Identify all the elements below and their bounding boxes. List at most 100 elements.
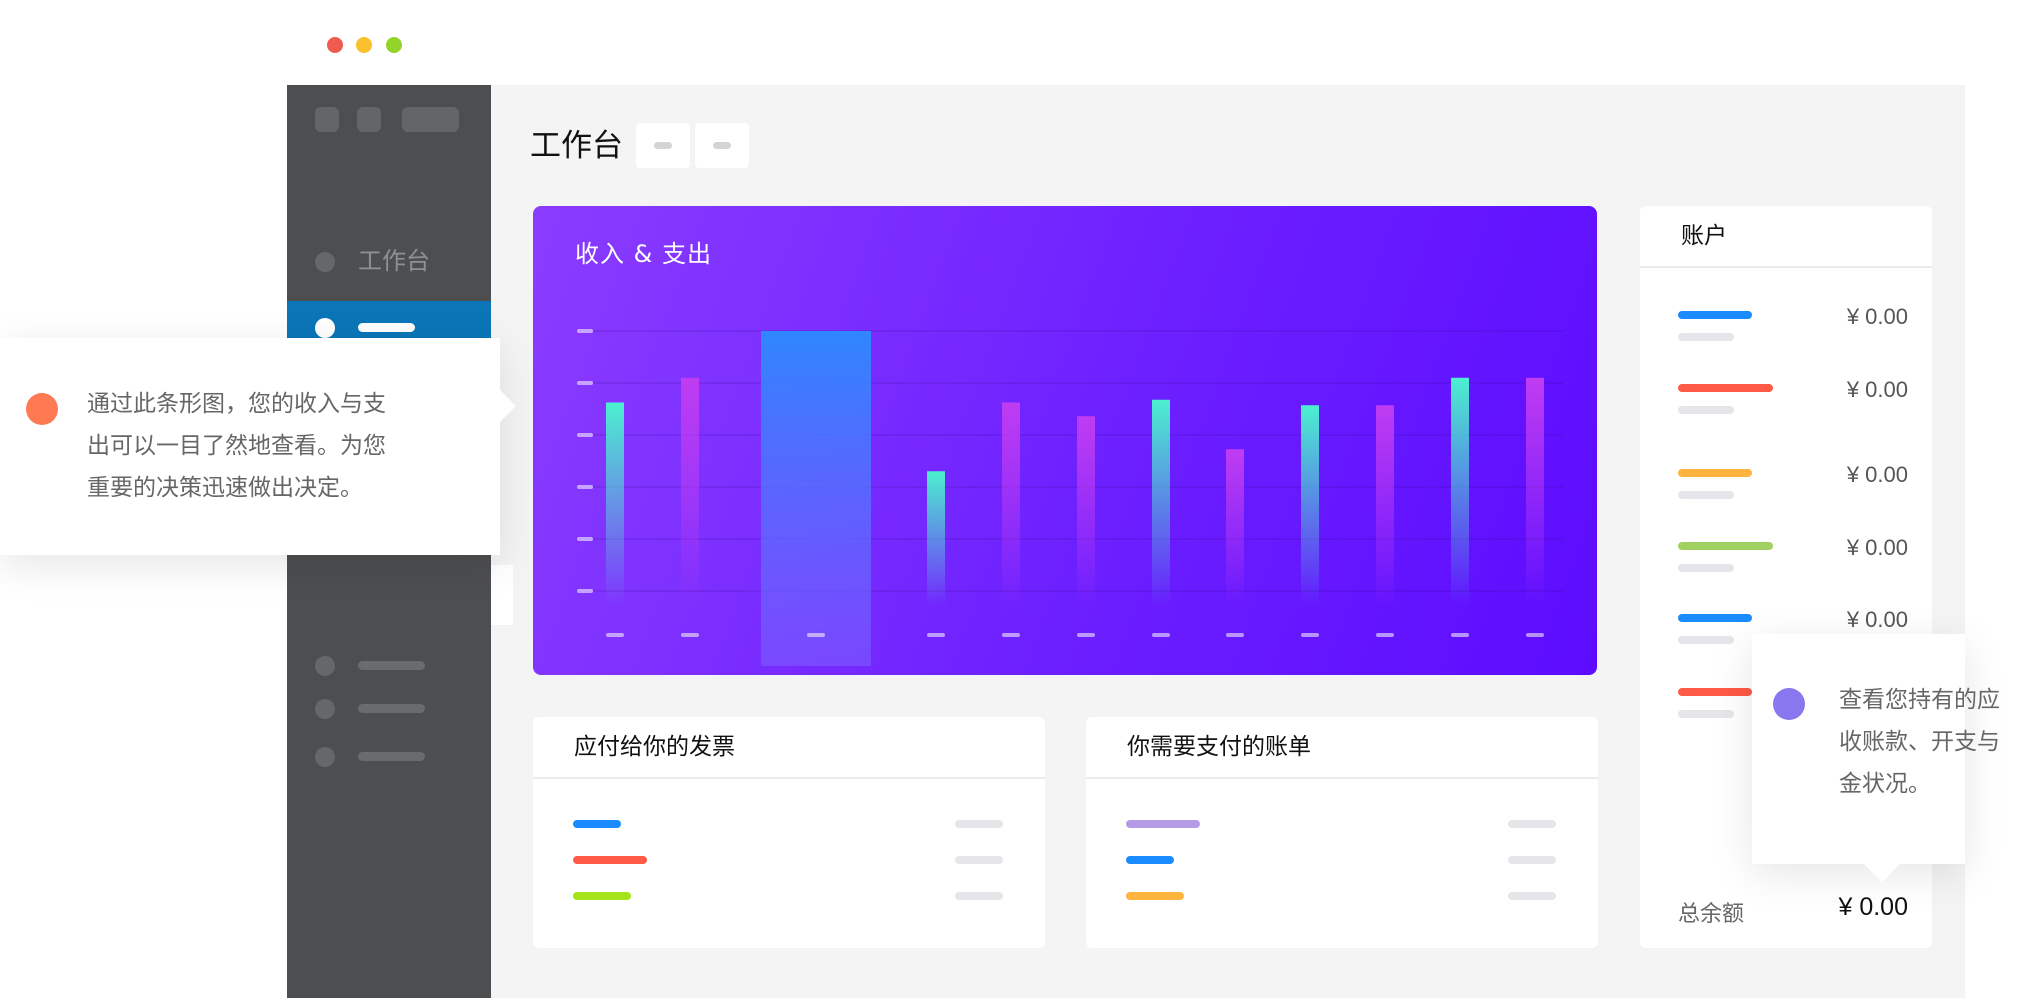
account-balance: ¥ 0.00 [1846, 607, 1908, 632]
sidebar-item-placeholder [358, 704, 425, 713]
sidebar-item-label: 工作台 [358, 247, 430, 275]
x-axis-tick [1526, 633, 1544, 637]
account-subtitle-placeholder [1678, 406, 1734, 414]
account-subtitle-placeholder [1678, 710, 1734, 718]
sidebar-item-dot-icon [315, 656, 335, 676]
invoices-card-title: 应付给你的发票 [574, 734, 735, 760]
income-expense-chart-card: 收入 & 支出 [533, 206, 1597, 675]
x-axis-tick [1152, 633, 1170, 637]
account-subtitle-placeholder [1678, 636, 1734, 644]
accounts-card-header: 账户 [1640, 206, 1932, 268]
x-axis-tick [681, 633, 699, 637]
tooltip-marker-icon [1773, 688, 1805, 720]
income-bar[interactable] [606, 402, 624, 607]
y-axis-tick [577, 485, 593, 489]
expense-bar[interactable] [1376, 405, 1394, 606]
expense-bar[interactable] [681, 377, 699, 606]
bills-card: 你需要支付的账单 [1086, 717, 1598, 948]
tooltip-pointer [1864, 864, 1900, 882]
account-subtitle-placeholder [1678, 333, 1734, 341]
expense-bar[interactable] [1077, 416, 1095, 606]
sidebar-item-placeholder [358, 752, 425, 761]
bill-row-color-bar [1126, 892, 1184, 900]
x-axis-tick [606, 633, 624, 637]
sidebar-item-dot-icon [315, 699, 335, 719]
tooltip-marker-icon [26, 393, 58, 425]
account-balance: ¥ 0.00 [1846, 462, 1908, 487]
tooltip-line-3: 金状况。 [1839, 771, 1931, 797]
maximize-window-button[interactable] [386, 37, 402, 53]
expense-bar[interactable] [1002, 402, 1020, 607]
y-axis-tick [577, 433, 593, 437]
income-bar[interactable] [1152, 399, 1170, 606]
sidebar-item-placeholder [358, 661, 425, 670]
chart-tooltip: 通过此条形图，您的收入与支 出可以一目了然地查看。为您 重要的决策迅速做出决定。 [0, 338, 500, 555]
highlighted-bar[interactable] [761, 331, 871, 666]
account-subtitle-placeholder [1678, 564, 1734, 572]
close-window-button[interactable] [327, 37, 343, 53]
account-balance: ¥ 0.00 [1846, 535, 1908, 560]
bill-row-value-placeholder [1508, 856, 1556, 864]
tooltip-line-1: 通过此条形图，您的收入与支 [87, 391, 386, 417]
account-color-bar [1678, 311, 1752, 319]
y-axis-tick [577, 381, 593, 385]
tooltip-line-2: 出可以一目了然地查看。为您 [87, 433, 386, 459]
account-color-bar [1678, 542, 1773, 550]
sidebar-item[interactable] [287, 730, 491, 784]
income-expense-chart [577, 329, 1563, 666]
total-balance-value: ¥ 0.00 [1838, 893, 1908, 921]
sidebar-item[interactable] [287, 682, 491, 736]
sidebar-toolbar-wide-button[interactable] [402, 107, 459, 132]
invoices-card-header: 应付给你的发票 [533, 717, 1045, 779]
minimize-window-button[interactable] [356, 37, 372, 53]
account-color-bar [1678, 384, 1773, 392]
total-balance-label: 总余额 [1678, 902, 1745, 927]
sidebar-item-placeholder [358, 323, 415, 332]
bills-card-header: 你需要支付的账单 [1086, 717, 1598, 779]
bill-row-color-bar [1126, 856, 1174, 864]
invoice-row-value-placeholder [955, 820, 1003, 828]
income-bar[interactable] [927, 471, 945, 606]
account-color-bar [1678, 688, 1752, 696]
account-color-bar [1678, 614, 1752, 622]
x-axis-tick [807, 633, 825, 637]
bills-card-title: 你需要支付的账单 [1127, 734, 1311, 760]
page-title: 工作台 [530, 128, 623, 164]
sidebar-item-dot-icon [315, 318, 335, 338]
accounts-card-title: 账户 [1681, 223, 1727, 249]
invoice-row-value-placeholder [955, 856, 1003, 864]
bill-row-value-placeholder [1508, 820, 1556, 828]
tooltip-line-3: 重要的决策迅速做出决定。 [87, 475, 363, 501]
invoices-card: 应付给你的发票 [533, 717, 1045, 948]
expense-bar[interactable] [1226, 449, 1244, 606]
button-placeholder [654, 142, 672, 149]
x-axis-tick [1226, 633, 1244, 637]
x-axis-tick [1451, 633, 1469, 637]
account-balance: ¥ 0.00 [1846, 304, 1908, 329]
expense-bar[interactable] [1526, 377, 1544, 606]
x-axis-tick [1002, 633, 1020, 637]
income-bar[interactable] [1301, 405, 1319, 606]
tooltip-pointer [498, 388, 516, 424]
invoice-row-color-bar [573, 892, 631, 900]
header-button-1[interactable] [636, 123, 690, 168]
accounts-tooltip: 查看您持有的应 收账款、开支与 金状况。 [1752, 634, 2000, 864]
invoice-row-value-placeholder [955, 892, 1003, 900]
tooltip-line-1: 查看您持有的应 [1839, 687, 2000, 713]
header-button-2[interactable] [695, 123, 749, 168]
sidebar-item-dot-icon [315, 747, 335, 767]
x-axis-tick [1301, 633, 1319, 637]
sidebar-highlight-tab [491, 565, 513, 625]
y-axis-tick [577, 329, 593, 333]
tooltip-line-2: 收账款、开支与 [1839, 729, 2000, 755]
bill-row-color-bar [1126, 820, 1200, 828]
account-color-bar [1678, 469, 1752, 477]
sidebar-toolbar-square-1[interactable] [315, 107, 339, 132]
invoice-row-color-bar [573, 820, 621, 828]
account-balance: ¥ 0.00 [1846, 377, 1908, 402]
invoice-row-color-bar [573, 856, 647, 864]
sidebar-toolbar-square-2[interactable] [357, 107, 381, 132]
income-bar[interactable] [1451, 377, 1469, 606]
x-axis-tick [927, 633, 945, 637]
sidebar-item-workbench[interactable]: 工作台 [287, 235, 491, 289]
